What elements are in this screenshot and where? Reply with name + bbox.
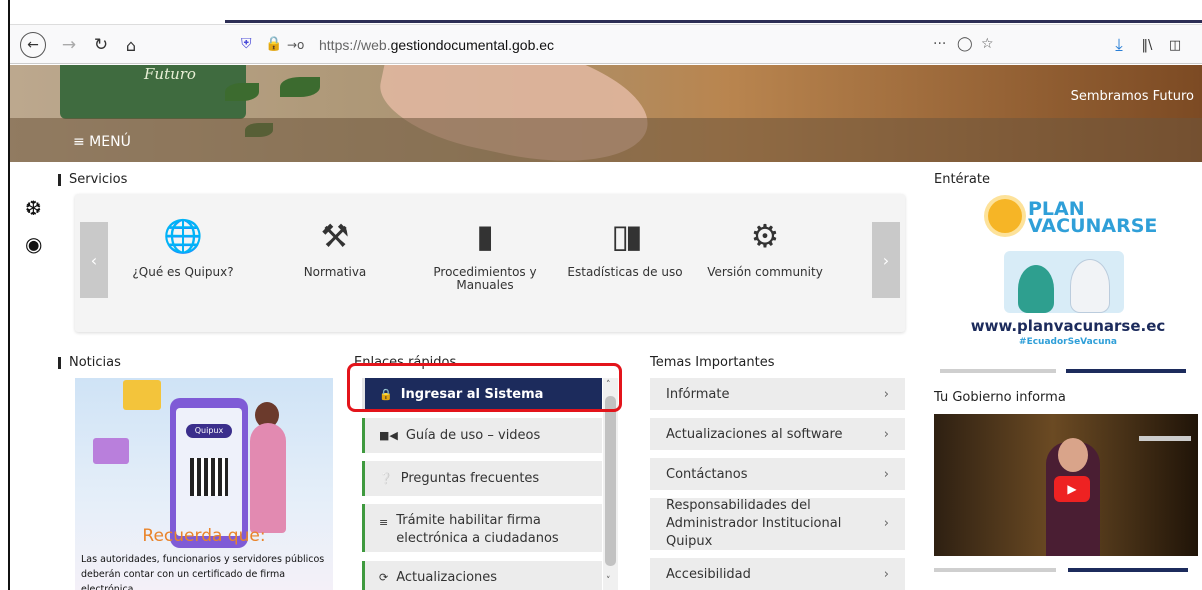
chevron-right-icon: ›: [883, 426, 889, 442]
video-thumbnail[interactable]: ▶: [934, 414, 1198, 556]
leaf-decoration: [280, 77, 320, 97]
highlight-annotation: [347, 363, 622, 412]
link-guia-uso[interactable]: ■◀ Guía de uso – videos: [362, 418, 602, 453]
video-carousel-indicator-active[interactable]: [1068, 568, 1188, 572]
section-title-enterate: Entérate: [934, 172, 990, 187]
users-icon: ⚙: [750, 217, 780, 255]
service-estadisticas[interactable]: ▯▮ Estadísticas de uso: [555, 216, 695, 279]
globe-icon: 🌐: [163, 217, 203, 255]
tema-informate[interactable]: Infórmate ›: [650, 378, 905, 410]
bookmark-star-icon[interactable]: ☆: [981, 36, 994, 52]
plan-vacunarse-banner[interactable]: PLAN VACUNARSE www.planvacunarse.ec #Ecu…: [940, 195, 1196, 355]
bar-chart-icon: ▯▮: [611, 217, 642, 255]
sidebar-icon[interactable]: ◫: [1162, 32, 1188, 58]
home-icon[interactable]: ⌂: [118, 32, 144, 58]
chevron-right-icon: ›: [883, 516, 889, 531]
chat-bubble-illustration: [123, 380, 161, 410]
book-icon: ▮: [476, 217, 494, 255]
refresh-icon: ⟳: [379, 570, 389, 584]
woman-illustration: [250, 423, 286, 533]
quipux-badge: Quipux: [186, 424, 232, 438]
scroll-thumb[interactable]: [605, 396, 616, 566]
link-tramite-firma[interactable]: ≡ Trámite habilitar firma electrónica a c…: [362, 504, 602, 552]
browser-toolbar: ← → ↻ ⌂ ⛨ 🔒 →o https://web.gestiondocume…: [10, 24, 1202, 64]
video-icon: ■◀: [379, 429, 398, 442]
shield-icon[interactable]: ⛨: [241, 36, 252, 52]
plan-title: PLAN VACUNARSE: [1028, 198, 1158, 237]
link-actualizaciones[interactable]: ⟳ Actualizaciones: [362, 561, 602, 590]
key-icon[interactable]: →o: [287, 38, 304, 52]
url-bar[interactable]: ⛨ 🔒 →o https://web.gestiondocumental.gob…: [235, 31, 1005, 59]
list-icon: ≡: [379, 516, 389, 529]
tema-responsabilidades[interactable]: Responsabilidades del Administrador Inst…: [650, 498, 905, 550]
servicios-carousel: ‹ › 🌐 ¿Qué es Quipux? ⚒ Normativa ▮ Proc…: [75, 194, 905, 332]
hero-slogan: Sembramos Futuro: [1070, 89, 1194, 104]
tab-strip-edge: [225, 20, 1202, 23]
hero-banner: Futuro ≡ MENÚ Sembramos Futuro: [10, 65, 1202, 162]
service-que-es-quipux[interactable]: 🌐 ¿Qué es Quipux?: [113, 216, 253, 279]
accessibility-person-icon[interactable]: ❆: [25, 196, 42, 220]
more-icon[interactable]: ···: [933, 36, 946, 52]
carousel-indicator-active[interactable]: [1066, 369, 1186, 373]
menu-button[interactable]: ≡ MENÚ: [73, 134, 131, 150]
chevron-right-icon: ›: [883, 466, 889, 482]
browser-window: ← → ↻ ⌂ ⛨ 🔒 →o https://web.gestiondocume…: [8, 0, 1202, 590]
tema-actualizaciones-software[interactable]: Actualizaciones al software ›: [650, 418, 905, 450]
tema-accesibilidad[interactable]: Accesibilidad ›: [650, 558, 905, 590]
tema-contactanos[interactable]: Contáctanos ›: [650, 458, 905, 490]
url-text[interactable]: https://web.gestiondocumental.gob.ec: [319, 37, 554, 53]
hero-band: [10, 118, 1202, 162]
news-banner[interactable]: Quipux Recuerda que: Las autoridades, fu…: [75, 378, 333, 590]
forward-arrow-icon[interactable]: →: [56, 32, 82, 58]
section-title-temas: Temas Importantes: [650, 355, 775, 370]
news-headline: Recuerda que:: [142, 526, 266, 546]
vaccination-illustration: [1004, 251, 1124, 313]
reload-icon[interactable]: ↻: [88, 32, 114, 58]
sun-icon: [988, 199, 1022, 233]
section-title-servicios: Servicios: [58, 172, 127, 187]
back-arrow-icon[interactable]: ←: [20, 32, 46, 58]
chevron-right-icon: ›: [883, 566, 889, 582]
eye-icon[interactable]: ◉: [25, 232, 42, 256]
service-version-community[interactable]: ⚙ Versión community: [695, 216, 835, 279]
logo-text: Futuro: [144, 65, 196, 83]
news-caption: Las autoridades, funcionarios y servidor…: [81, 554, 325, 590]
plan-url: www.planvacunarse.ec: [970, 317, 1166, 335]
plan-hashtag: #EcuadorSeVacuna: [1019, 337, 1117, 347]
site-logo[interactable]: Futuro: [60, 65, 246, 119]
link-preguntas[interactable]: ❔ Preguntas frecuentes: [362, 461, 602, 496]
carousel-indicator[interactable]: [940, 369, 1056, 373]
library-icon[interactable]: ‖\: [1134, 32, 1160, 58]
pocket-icon[interactable]: ◯: [957, 36, 973, 52]
chevron-right-icon: ›: [883, 386, 889, 402]
service-procedimientos[interactable]: ▮ Procedimientos y Manuales: [415, 216, 555, 292]
gavel-icon: ⚒: [320, 217, 350, 255]
scroll-down-icon[interactable]: ˅: [606, 576, 611, 586]
service-normativa[interactable]: ⚒ Normativa: [265, 216, 405, 279]
leaf-decoration: [225, 83, 259, 101]
download-icon[interactable]: ⤓: [1106, 32, 1132, 58]
play-icon[interactable]: ▶: [1054, 476, 1090, 502]
section-title-noticias: Noticias: [58, 355, 121, 370]
lock-icon[interactable]: 🔒: [265, 36, 282, 52]
question-icon: ❔: [379, 472, 393, 485]
carousel-next-button[interactable]: ›: [872, 222, 900, 298]
section-title-gobierno: Tu Gobierno informa: [934, 390, 1066, 405]
qr-code-icon: [190, 458, 228, 496]
play-card-illustration: [93, 438, 129, 464]
carousel-prev-button[interactable]: ‹: [80, 222, 108, 298]
video-carousel-indicator[interactable]: [934, 568, 1056, 572]
